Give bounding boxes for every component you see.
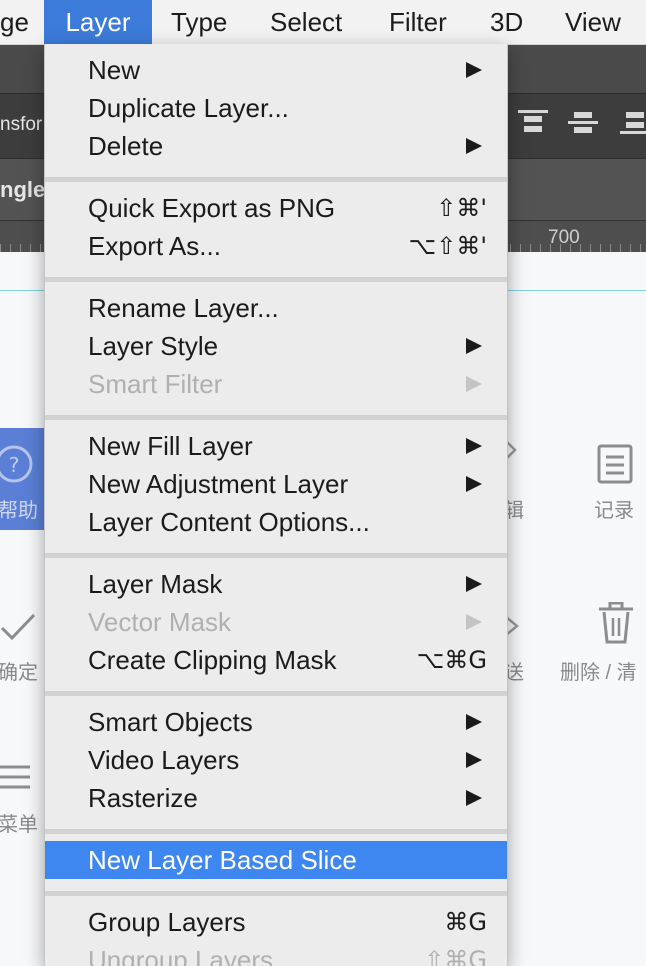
menu-filter[interactable]: Filter	[389, 0, 447, 44]
menu-item-label: Layer Content Options...	[88, 507, 370, 537]
menu-item-layer-content-options[interactable]: Layer Content Options...	[45, 503, 507, 541]
menu-item-new-layer-based-slice[interactable]: New Layer Based Slice	[45, 841, 507, 879]
keyboard-shortcut: ⇧⌘G	[424, 946, 487, 966]
menu-item-video-layers[interactable]: Video Layers	[45, 741, 507, 779]
document-tab[interactable]: ngle	[0, 177, 45, 203]
record-label: 记录	[594, 500, 634, 522]
menu-item-vector-mask: Vector Mask	[45, 603, 507, 641]
menu-item-label: Ungroup Layers	[88, 945, 273, 966]
menu-item-label: Video Layers	[88, 745, 240, 775]
menu-item-label: New Fill Layer	[88, 431, 253, 461]
menu-layer[interactable]: Layer	[44, 0, 152, 44]
menu-item-layer-style[interactable]: Layer Style	[45, 327, 507, 365]
menu-type[interactable]: Type	[171, 0, 227, 44]
menu-item-label: Smart Filter	[88, 369, 223, 399]
menu-item-quick-export-png[interactable]: Quick Export as PNG ⇧⌘'	[45, 189, 507, 227]
menu-item-label: Duplicate Layer...	[88, 93, 289, 123]
menu-item-label: Group Layers	[88, 907, 246, 937]
checkmark-icon[interactable]	[0, 612, 36, 642]
keyboard-shortcut: ⌘G	[444, 908, 487, 936]
help-label: 帮助	[0, 500, 38, 522]
menu-item-group-layers[interactable]: Group Layers ⌘G	[45, 903, 507, 941]
menu-item-label: Vector Mask	[88, 607, 232, 637]
submenu-arrow-icon	[466, 576, 482, 592]
menu-separator	[45, 415, 507, 420]
menu-item-label: New	[88, 55, 141, 85]
submenu-arrow-icon	[466, 138, 482, 154]
menu-separator	[45, 691, 507, 696]
menu-3d[interactable]: 3D	[490, 0, 523, 44]
menu-item-smart-filter: Smart Filter	[45, 365, 507, 403]
layer-menu-dropdown: New Duplicate Layer... Delete Quick Expo…	[44, 44, 508, 966]
menu-item-label: Layer Style	[88, 331, 219, 361]
submenu-arrow-icon	[466, 338, 482, 354]
menu-item-new-fill-layer[interactable]: New Fill Layer	[45, 427, 507, 465]
menu-separator	[45, 553, 507, 558]
menu-item-ungroup-layers: Ungroup Layers ⇧⌘G	[45, 941, 507, 966]
menu-label: 菜单	[0, 814, 38, 836]
menu-item-new[interactable]: New	[45, 51, 507, 89]
menu-item-layer-mask[interactable]: Layer Mask	[45, 565, 507, 603]
trash-icon[interactable]	[598, 602, 634, 644]
menu-image-partial[interactable]: ge	[0, 0, 29, 44]
submenu-arrow-icon	[466, 790, 482, 806]
menu-item-label: Layer Mask	[88, 569, 223, 599]
document-icon[interactable]	[597, 444, 633, 484]
align-middle-icon[interactable]	[568, 108, 598, 138]
menu-item-rename-layer[interactable]: Rename Layer...	[45, 289, 507, 327]
menu-bar: ge Layer Type Select Filter 3D View	[0, 0, 646, 45]
menu-separator	[45, 177, 507, 182]
menu-item-rasterize[interactable]: Rasterize	[45, 779, 507, 817]
menu-item-new-adjustment-layer[interactable]: New Adjustment Layer	[45, 465, 507, 503]
menu-separator	[45, 277, 507, 282]
menu-item-delete[interactable]: Delete	[45, 127, 507, 165]
menu-item-label: Export As...	[88, 231, 221, 261]
menu-view[interactable]: View	[565, 0, 621, 44]
menu-item-label: Rasterize	[88, 783, 198, 813]
keyboard-shortcut: ⌥⌘G	[416, 646, 487, 674]
delete-clear-label: 删除 / 清	[560, 662, 637, 684]
menu-item-export-as[interactable]: Export As... ⌥⇧⌘'	[45, 227, 507, 265]
menu-item-label: New Adjustment Layer	[88, 469, 349, 499]
menu-item-label: New Layer Based Slice	[88, 845, 357, 875]
menu-item-smart-objects[interactable]: Smart Objects	[45, 703, 507, 741]
hamburger-icon[interactable]	[0, 764, 32, 790]
menu-item-label: Quick Export as PNG	[88, 193, 336, 223]
submenu-arrow-icon	[466, 476, 482, 492]
submenu-arrow-icon	[466, 714, 482, 730]
keyboard-shortcut: ⇧⌘'	[436, 194, 487, 222]
menu-item-label: Delete	[88, 131, 164, 161]
align-top-icon[interactable]	[518, 108, 548, 138]
transform-controls-label[interactable]: nsfor	[0, 114, 42, 136]
submenu-arrow-icon	[466, 376, 482, 392]
menu-item-label: Create Clipping Mask	[88, 645, 337, 675]
ruler-label: 700	[548, 227, 580, 248]
submenu-arrow-icon	[466, 62, 482, 78]
submenu-arrow-icon	[466, 752, 482, 768]
menu-item-duplicate-layer[interactable]: Duplicate Layer...	[45, 89, 507, 127]
keyboard-shortcut: ⌥⇧⌘'	[408, 232, 487, 260]
svg-text:?: ?	[9, 453, 20, 477]
submenu-arrow-icon	[466, 614, 482, 630]
menu-item-create-clipping-mask[interactable]: Create Clipping Mask ⌥⌘G	[45, 641, 507, 679]
menu-separator	[45, 829, 507, 834]
menu-item-label: Rename Layer...	[88, 293, 279, 323]
align-bottom-icon[interactable]	[620, 108, 646, 138]
confirm-label: 确定	[0, 662, 38, 684]
submenu-arrow-icon	[466, 438, 482, 454]
menu-item-label: Smart Objects	[88, 707, 253, 737]
menu-separator	[45, 891, 507, 896]
menu-select[interactable]: Select	[270, 0, 342, 44]
